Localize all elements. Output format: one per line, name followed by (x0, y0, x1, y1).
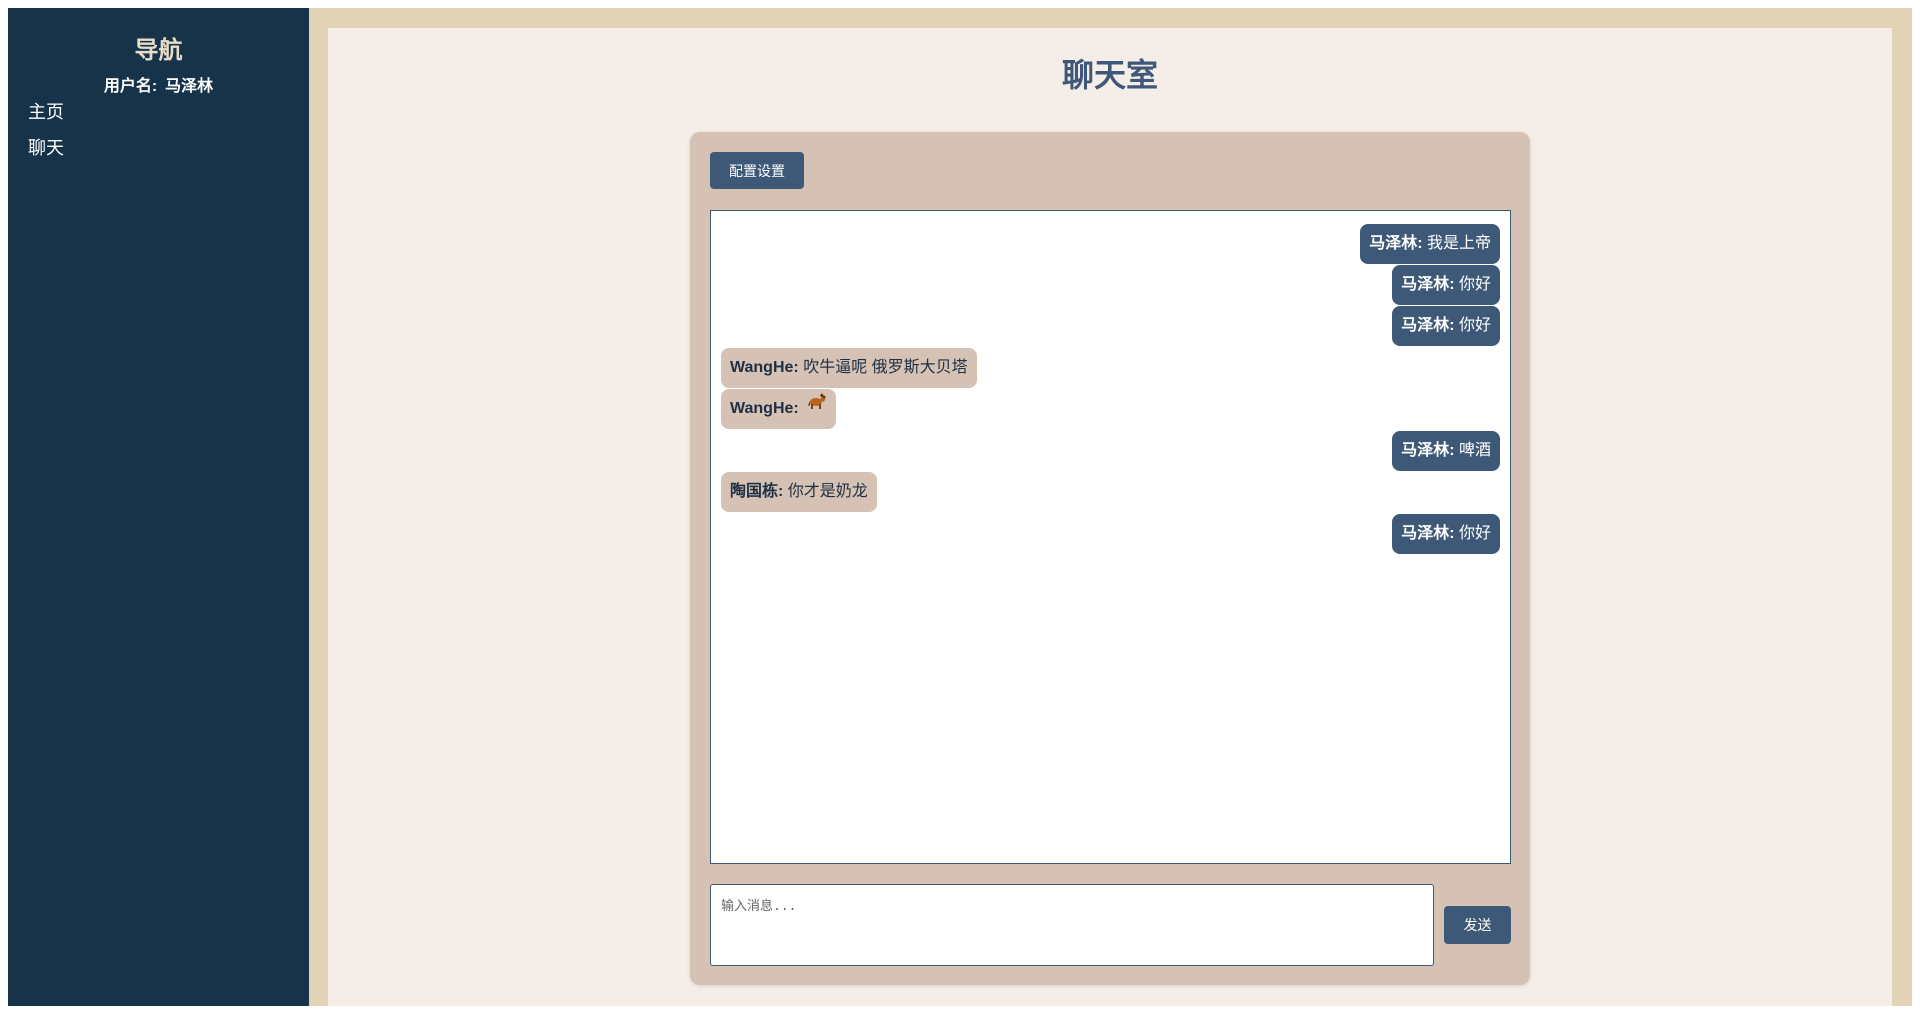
message-sender: 马泽林 (1401, 442, 1450, 459)
message-bubble: 马泽林: 啤酒 (1392, 431, 1500, 471)
message-bubble: 马泽林: 你好 (1392, 514, 1500, 554)
message-row: 马泽林: 我是上帝 (711, 224, 1510, 264)
message-sender: WangHe (730, 359, 794, 376)
message-row: 马泽林: 啤酒 (711, 431, 1510, 471)
main-content: 聊天室 配置设置 马泽林: 我是上帝 马泽林: 你好 马泽林: 你好 WangH… (328, 28, 1892, 1006)
message-sender: WangHe (730, 400, 794, 418)
sidebar-item-chat[interactable]: 聊天 (28, 134, 64, 160)
sidebar-item-home[interactable]: 主页 (28, 98, 64, 124)
message-bubble: 马泽林: 你好 (1392, 265, 1500, 305)
message-bubble: 陶国栋: 你才是奶龙 (721, 472, 877, 512)
message-row: WangHe: (711, 389, 1510, 429)
message-list[interactable]: 马泽林: 我是上帝 马泽林: 你好 马泽林: 你好 WangHe: 吹牛逼呢 俄… (710, 210, 1511, 864)
message-text: 吹牛逼呢 俄罗斯大贝塔 (803, 359, 968, 376)
message-input[interactable] (710, 884, 1434, 966)
username-label: 用户名: (103, 78, 158, 95)
message-row: WangHe: 吹牛逼呢 俄罗斯大贝塔 (711, 348, 1510, 388)
message-row: 马泽林: 你好 (711, 514, 1510, 554)
message-text: 你才是奶龙 (787, 483, 868, 500)
config-settings-button[interactable]: 配置设置 (710, 152, 804, 189)
message-bubble: 马泽林: 我是上帝 (1360, 224, 1500, 264)
page-title: 聊天室 (1061, 57, 1158, 93)
message-text: 你好 (1458, 317, 1491, 334)
app-frame: 导航 用户名: 马泽林 主页 聊天 聊天室 配置设置 马泽林: 我是上帝 马泽林:… (8, 8, 1912, 1006)
chat-panel: 配置设置 马泽林: 我是上帝 马泽林: 你好 马泽林: 你好 WangHe: 吹… (690, 132, 1530, 985)
message-text: 啤酒 (1458, 442, 1491, 459)
message-row: 陶国栋: 你才是奶龙 (711, 472, 1510, 512)
message-sender: 马泽林 (1369, 235, 1418, 252)
send-button[interactable]: 发送 (1444, 906, 1511, 944)
message-text: 你好 (1458, 525, 1491, 542)
sidebar-title: 导航 (134, 37, 183, 64)
message-bubble: WangHe: (721, 387, 837, 429)
message-row: 马泽林: 你好 (711, 265, 1510, 305)
username: 马泽林 (165, 78, 214, 95)
horse-emoji-icon (807, 387, 827, 427)
message-sender: 马泽林 (1401, 276, 1450, 293)
message-bubble: 马泽林: 你好 (1392, 306, 1500, 346)
message-sender: 马泽林 (1401, 317, 1450, 334)
message-sender: 陶国栋 (730, 483, 779, 500)
sidebar: 导航 用户名: 马泽林 主页 聊天 (8, 8, 309, 1006)
message-text: 我是上帝 (1426, 235, 1491, 252)
message-row: 马泽林: 你好 (711, 306, 1510, 346)
user-info: 用户名: 马泽林 (8, 72, 309, 96)
message-text: 你好 (1458, 276, 1491, 293)
message-bubble: WangHe: 吹牛逼呢 俄罗斯大贝塔 (721, 348, 977, 388)
message-sender: 马泽林 (1401, 525, 1450, 542)
